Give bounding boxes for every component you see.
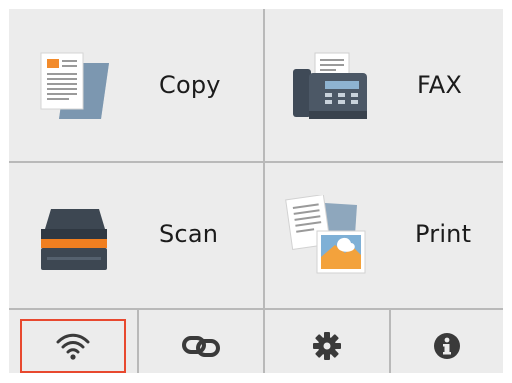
scanner-icon [41,209,107,270]
bottom-bar-divider [9,308,503,310]
fax-icon [293,52,367,119]
gear-icon [313,332,341,360]
wireless-direct-button[interactable] [139,319,263,373]
copy-label: Copy [159,71,221,99]
scan-label: Scan [159,220,219,248]
copy-tile[interactable]: Copy [9,9,263,161]
wifi-button[interactable] [20,319,126,373]
scan-tile[interactable]: Scan [9,163,263,308]
link-icon [182,336,220,357]
print-tile[interactable]: Print [265,163,503,308]
home-screen-panel: Copy FAX Scan Print [9,9,503,373]
fax-tile[interactable]: FAX [265,9,503,161]
wifi-icon [56,333,90,360]
print-icon [285,195,366,274]
info-button[interactable] [391,319,503,373]
copy-icon [40,52,109,119]
info-icon [434,333,460,359]
settings-button[interactable] [265,319,389,373]
print-label: Print [415,220,472,248]
fax-label: FAX [417,71,463,99]
